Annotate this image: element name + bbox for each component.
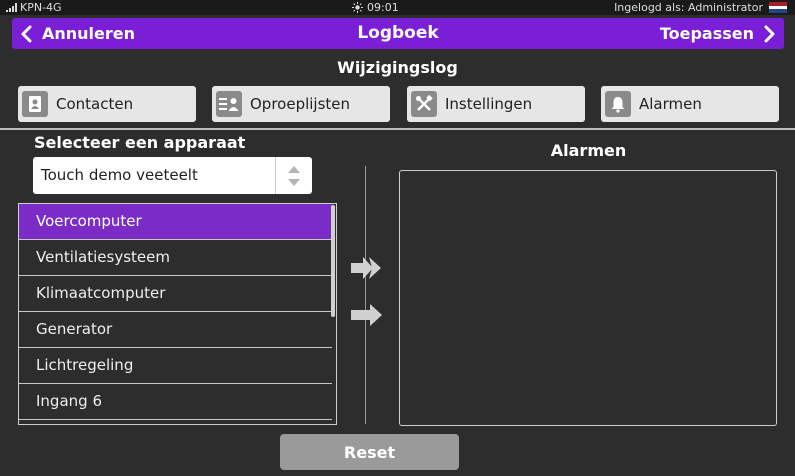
login-label: Ingelogd als: Administrator <box>614 1 763 14</box>
cancel-button[interactable]: Annuleren <box>20 18 135 49</box>
device-select-label: Selecteer een apparaat <box>34 133 246 152</box>
add-button[interactable] <box>351 303 385 327</box>
clock: 09:01 <box>352 1 399 14</box>
apply-button[interactable]: Toepassen <box>660 18 776 49</box>
title-bar: Logboek Annuleren Toepassen <box>12 18 784 49</box>
list-item[interactable]: Klimaatcomputer <box>19 276 332 312</box>
tab-alarms[interactable]: Alarmen <box>601 86 779 122</box>
spinner-icon[interactable] <box>275 157 312 194</box>
tab-contacts-label: Contacten <box>56 95 134 113</box>
list-item[interactable]: Ventilatiesysteem <box>19 240 332 276</box>
device-select[interactable]: Touch demo veeteelt <box>33 157 312 194</box>
tab-call-lists-label: Oproeplijsten <box>250 95 351 113</box>
device-list[interactable]: Voercomputer Ventilatiesysteem Klimaatco… <box>18 203 337 425</box>
dutch-flag-icon <box>769 2 787 14</box>
time-label: 09:01 <box>367 1 399 14</box>
list-item[interactable]: Voercomputer <box>19 204 332 240</box>
alarms-list[interactable] <box>399 170 777 426</box>
carrier-label: KPN-4G <box>20 1 62 14</box>
signal-icon <box>6 3 17 12</box>
call-list-icon <box>216 91 242 117</box>
chevron-right-icon <box>764 25 775 42</box>
tab-alarms-label: Alarmen <box>639 95 702 113</box>
section-title: Wijzigingslog <box>337 58 458 77</box>
tab-call-lists[interactable]: Oproeplijsten <box>212 86 390 122</box>
divider <box>0 128 795 130</box>
vertical-separator <box>365 166 366 424</box>
tools-icon <box>411 91 437 117</box>
cancel-label: Annuleren <box>42 24 136 43</box>
alarms-title: Alarmen <box>550 141 627 160</box>
carrier-info: KPN-4G <box>6 1 62 14</box>
reset-label: Reset <box>343 442 396 462</box>
add-all-button[interactable] <box>351 256 385 280</box>
tab-settings-label: Instellingen <box>445 95 533 113</box>
reset-button[interactable]: Reset <box>280 434 459 470</box>
log-tabs: Contacten Oproeplijsten Instellingen Ala… <box>18 86 779 122</box>
list-item[interactable]: Lichtregeling <box>19 348 332 384</box>
list-item[interactable]: Generator <box>19 312 332 348</box>
chevron-left-icon <box>21 25 32 42</box>
contact-icon <box>22 91 48 117</box>
list-scrollbar[interactable] <box>331 205 335 317</box>
list-item[interactable]: Ingang 6 <box>19 384 332 420</box>
sun-icon <box>352 2 363 13</box>
status-bar: KPN-4G 09:01 Ingelogd als: Administrator <box>0 0 795 15</box>
tab-contacts[interactable]: Contacten <box>18 86 196 122</box>
bell-icon <box>605 91 631 117</box>
apply-label: Toepassen <box>659 24 754 43</box>
tab-settings[interactable]: Instellingen <box>407 86 585 122</box>
arrow-right-icon <box>351 304 382 326</box>
double-arrow-right-icon <box>351 257 381 279</box>
login-info: Ingelogd als: Administrator <box>614 1 787 14</box>
device-select-value: Touch demo veeteelt <box>41 166 198 184</box>
